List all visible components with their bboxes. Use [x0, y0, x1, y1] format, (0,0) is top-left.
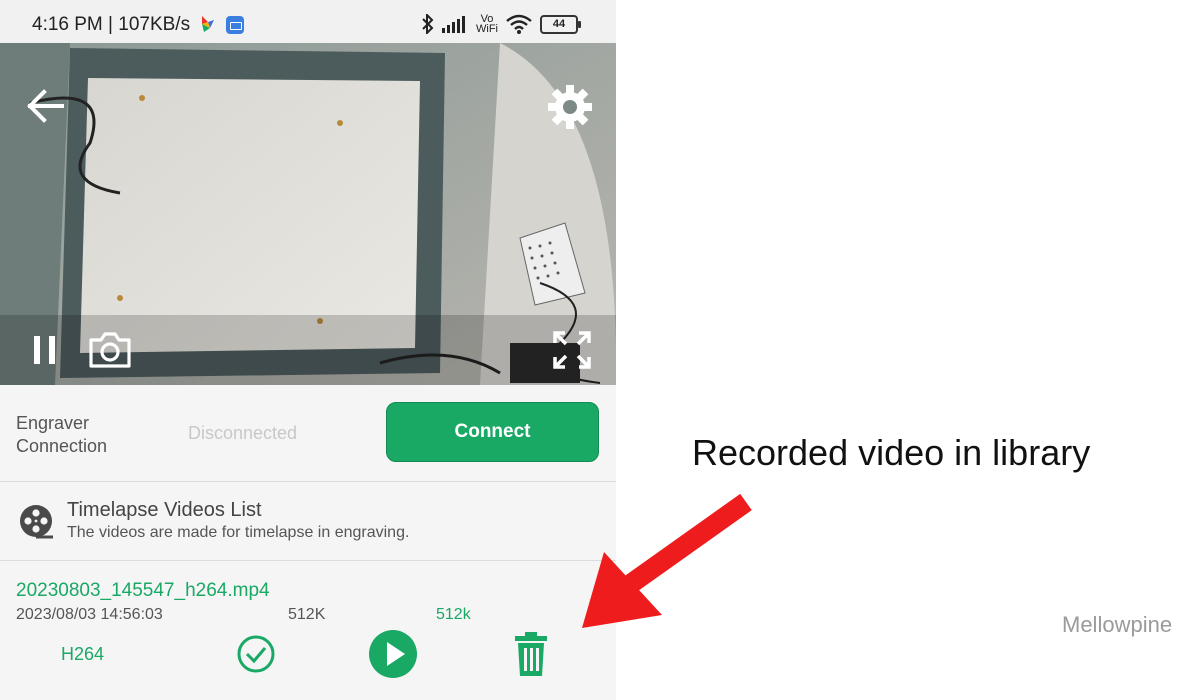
back-icon[interactable]	[26, 89, 64, 123]
connection-status: Disconnected	[188, 423, 298, 443]
play-icon[interactable]	[368, 629, 418, 679]
message-notification-icon	[226, 16, 244, 34]
bluetooth-icon	[422, 14, 434, 34]
video-filename[interactable]: 20230803_145547_h264.mp4	[16, 580, 270, 602]
app-notification-icon	[202, 16, 214, 32]
check-circle-icon[interactable]	[236, 634, 276, 674]
video-size: 512K	[288, 606, 326, 623]
engraver-connection-row: Engraver Connection Disconnected Connect	[0, 385, 616, 482]
annotation-caption: Recorded video in library	[692, 432, 1091, 473]
timelapse-list-header: Timelapse Videos List The videos are mad…	[0, 482, 616, 561]
connect-button[interactable]: Connect	[386, 402, 599, 462]
list-item[interactable]: 20230803_145547_h264.mp4 2023/08/03 14:5…	[0, 561, 616, 700]
camera-feed	[0, 43, 616, 385]
status-icons: Vo WiFi 44	[422, 13, 581, 35]
status-time: 4:16 PM | 107KB/s	[32, 14, 191, 35]
settings-icon[interactable]	[546, 83, 594, 131]
film-reel-icon	[20, 505, 53, 539]
video-datetime: 2023/08/03 14:56:03	[16, 606, 163, 623]
connection-label: Engraver Connection	[16, 413, 108, 456]
delete-icon[interactable]	[513, 631, 549, 677]
status-bar: 4:16 PM | 107KB/s Vo WiFi 44	[0, 0, 616, 43]
pause-icon[interactable]	[32, 334, 58, 366]
vowifi-icon: Vo WiFi	[476, 13, 498, 35]
watermark: Mellowpine	[1062, 612, 1173, 637]
camera-icon[interactable]	[88, 331, 132, 369]
battery-icon: 44	[540, 14, 581, 34]
list-title: Timelapse Videos List	[67, 499, 262, 521]
list-subtitle: The videos are made for timelapse in eng…	[67, 524, 410, 541]
fullscreen-icon[interactable]	[552, 330, 592, 370]
signal-icon	[442, 16, 465, 33]
video-size-alt: 512k	[436, 606, 471, 623]
red-arrow-icon	[582, 493, 752, 628]
phone-screen: 4:16 PM | 107KB/s Vo WiFi 44 Engraver Co…	[0, 0, 616, 700]
video-codec: H264	[61, 644, 105, 664]
wifi-icon	[506, 14, 532, 34]
